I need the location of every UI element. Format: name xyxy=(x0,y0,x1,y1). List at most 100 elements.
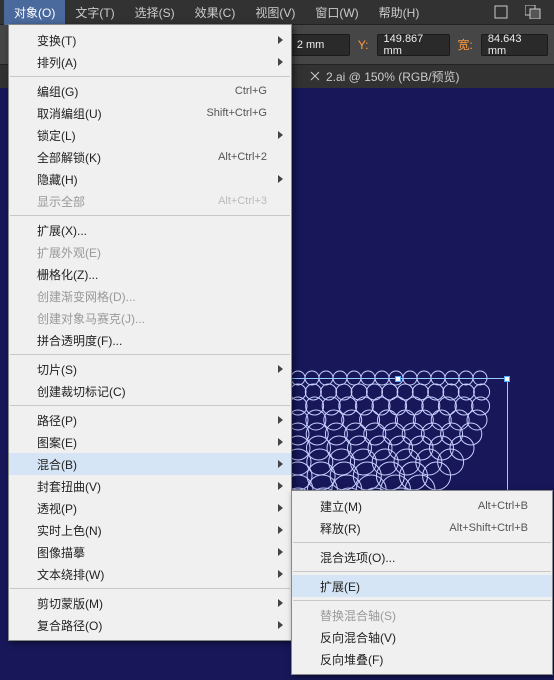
object-menu-item[interactable]: 剪切蒙版(M) xyxy=(9,592,291,614)
menu-item-label: 文本绕排(W) xyxy=(37,566,267,583)
submenu-arrow-icon xyxy=(278,482,283,490)
menu-shortcut: Alt+Shift+Ctrl+B xyxy=(449,522,528,534)
menu-item-label: 建立(M) xyxy=(320,498,478,515)
object-menu-item[interactable]: 图像描摹 xyxy=(9,541,291,563)
object-menu-item[interactable]: 路径(P) xyxy=(9,409,291,431)
menu-item-label: 混合(B) xyxy=(37,456,267,473)
submenu-arrow-icon xyxy=(278,58,283,66)
menu-shortcut: Alt+Ctrl+3 xyxy=(218,195,267,207)
object-menu-item[interactable]: 文本绕排(W) xyxy=(9,563,291,585)
object-menu-dropdown: 变换(T)排列(A)编组(G)Ctrl+G取消编组(U)Shift+Ctrl+G… xyxy=(8,24,292,641)
menu-item-label: 扩展(E) xyxy=(320,578,528,595)
menu-select[interactable]: 选择(S) xyxy=(125,0,185,25)
handle-ne[interactable] xyxy=(504,376,510,382)
menu-object[interactable]: 对象(O) xyxy=(4,0,65,25)
object-menu-item[interactable]: 隐藏(H) xyxy=(9,168,291,190)
blend-submenu-item[interactable]: 反向混合轴(V) xyxy=(292,626,552,648)
menu-effect[interactable]: 效果(C) xyxy=(185,0,246,25)
blend-submenu: 建立(M)Alt+Ctrl+B释放(R)Alt+Shift+Ctrl+B混合选项… xyxy=(291,490,553,675)
menu-item-label: 取消编组(U) xyxy=(37,105,206,122)
menu-item-label: 创建渐变网格(D)... xyxy=(37,288,267,305)
object-menu-item[interactable]: 混合(B) xyxy=(9,453,291,475)
tab-document[interactable]: 2.ai @ 150% (RGB/预览) xyxy=(300,64,470,89)
object-menu-item[interactable]: 锁定(L) xyxy=(9,124,291,146)
menu-item-label: 路径(P) xyxy=(37,412,267,429)
menu-item-label: 反向混合轴(V) xyxy=(320,629,528,646)
object-menu-item[interactable]: 复合路径(O) xyxy=(9,614,291,636)
object-menu-item[interactable]: 图案(E) xyxy=(9,431,291,453)
object-menu-item[interactable]: 变换(T) xyxy=(9,29,291,51)
object-menu-item[interactable]: 取消编组(U)Shift+Ctrl+G xyxy=(9,102,291,124)
menu-item-label: 创建裁切标记(C) xyxy=(37,383,267,400)
menu-shortcut: Ctrl+G xyxy=(235,85,267,97)
menu-item-label: 图像描摹 xyxy=(37,544,267,561)
doc-icon[interactable] xyxy=(492,4,510,20)
menu-item-label: 封套扭曲(V) xyxy=(37,478,267,495)
handle-n[interactable] xyxy=(395,376,401,382)
menu-item-label: 扩展外观(E) xyxy=(37,244,267,261)
menu-type[interactable]: 文字(T) xyxy=(65,0,124,25)
menu-item-label: 栅格化(Z)... xyxy=(37,266,267,283)
object-menu-item[interactable]: 透视(P) xyxy=(9,497,291,519)
tab-close-icon[interactable] xyxy=(310,70,320,84)
menu-item-label: 创建对象马赛克(J)... xyxy=(37,310,267,327)
object-menu-item[interactable]: 切片(S) xyxy=(9,358,291,380)
menu-item-label: 图案(E) xyxy=(37,434,267,451)
menu-item-label: 全部解锁(K) xyxy=(37,149,218,166)
menu-item-label: 排列(A) xyxy=(37,54,267,71)
object-menu-item[interactable]: 实时上色(N) xyxy=(9,519,291,541)
blend-submenu-item[interactable]: 释放(R)Alt+Shift+Ctrl+B xyxy=(292,517,552,539)
object-menu-item: 显示全部Alt+Ctrl+3 xyxy=(9,190,291,212)
object-menu-item[interactable]: 封套扭曲(V) xyxy=(9,475,291,497)
menu-item-label: 替换混合轴(S) xyxy=(320,607,528,624)
submenu-arrow-icon xyxy=(278,548,283,556)
menu-item-label: 释放(R) xyxy=(320,520,449,537)
submenu-arrow-icon xyxy=(278,526,283,534)
submenu-arrow-icon xyxy=(278,570,283,578)
blend-submenu-item: 替换混合轴(S) xyxy=(292,604,552,626)
menubar: 对象(O) 文字(T) 选择(S) 效果(C) 视图(V) 窗口(W) 帮助(H… xyxy=(0,0,554,24)
x-field[interactable]: 2 mm xyxy=(290,34,350,56)
arrange-icon[interactable] xyxy=(524,4,542,20)
submenu-arrow-icon xyxy=(278,438,283,446)
submenu-arrow-icon xyxy=(278,599,283,607)
submenu-arrow-icon xyxy=(278,36,283,44)
object-menu-item[interactable]: 拼合透明度(F)... xyxy=(9,329,291,351)
object-menu-item[interactable]: 全部解锁(K)Alt+Ctrl+2 xyxy=(9,146,291,168)
menu-item-label: 变换(T) xyxy=(37,32,267,49)
submenu-arrow-icon xyxy=(278,621,283,629)
menu-shortcut: Alt+Ctrl+2 xyxy=(218,151,267,163)
object-menu-item[interactable]: 创建裁切标记(C) xyxy=(9,380,291,402)
menu-item-label: 编组(G) xyxy=(37,83,235,100)
y-field[interactable]: 149.867 mm xyxy=(377,34,450,56)
y-label: Y: xyxy=(354,38,373,52)
object-menu-item[interactable]: 扩展(X)... xyxy=(9,219,291,241)
menu-shortcut: Shift+Ctrl+G xyxy=(206,107,267,119)
blend-submenu-item[interactable]: 混合选项(O)... xyxy=(292,546,552,568)
submenu-arrow-icon xyxy=(278,365,283,373)
w-field[interactable]: 84.643 mm xyxy=(481,34,548,56)
submenu-arrow-icon xyxy=(278,504,283,512)
menu-shortcut: Alt+Ctrl+B xyxy=(478,500,528,512)
menu-item-label: 实时上色(N) xyxy=(37,522,267,539)
object-menu-item: 创建渐变网格(D)... xyxy=(9,285,291,307)
object-menu-item[interactable]: 编组(G)Ctrl+G xyxy=(9,80,291,102)
object-menu-item[interactable]: 栅格化(Z)... xyxy=(9,263,291,285)
menu-item-label: 透视(P) xyxy=(37,500,267,517)
blend-submenu-item[interactable]: 反向堆叠(F) xyxy=(292,648,552,670)
menu-view[interactable]: 视图(V) xyxy=(245,0,305,25)
tab-label: 2.ai @ 150% (RGB/预览) xyxy=(326,68,460,85)
submenu-arrow-icon xyxy=(278,460,283,468)
blend-submenu-item[interactable]: 扩展(E) xyxy=(292,575,552,597)
menu-item-label: 隐藏(H) xyxy=(37,171,267,188)
menu-help[interactable]: 帮助(H) xyxy=(369,0,430,25)
blend-submenu-item[interactable]: 建立(M)Alt+Ctrl+B xyxy=(292,495,552,517)
object-menu-item[interactable]: 排列(A) xyxy=(9,51,291,73)
object-menu-item: 创建对象马赛克(J)... xyxy=(9,307,291,329)
submenu-arrow-icon xyxy=(278,416,283,424)
menu-item-label: 混合选项(O)... xyxy=(320,549,528,566)
menu-item-label: 反向堆叠(F) xyxy=(320,651,528,668)
submenu-arrow-icon xyxy=(278,131,283,139)
menu-item-label: 锁定(L) xyxy=(37,127,267,144)
menu-window[interactable]: 窗口(W) xyxy=(305,0,368,25)
